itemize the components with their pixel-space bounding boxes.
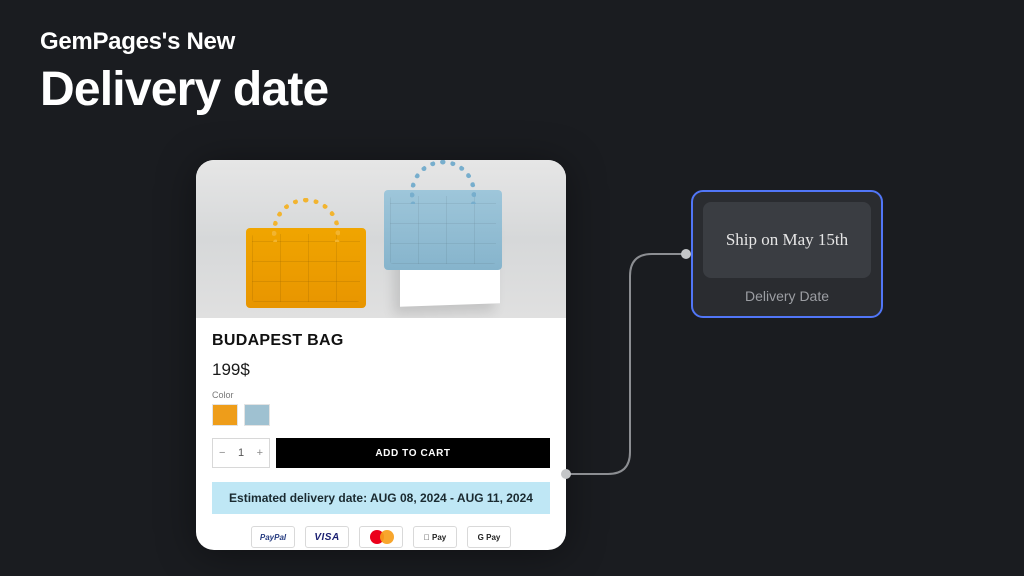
google-pay-icon: G Pay — [467, 526, 511, 548]
add-to-cart-button[interactable]: ADD TO CART — [276, 438, 550, 468]
delivery-date-widget[interactable]: Ship on May 15th Delivery Date — [691, 190, 883, 318]
swatch-orange[interactable] — [212, 404, 238, 426]
paypal-icon: PayPal — [251, 526, 295, 548]
product-price: 199$ — [212, 360, 550, 380]
widget-message: Ship on May 15th — [703, 202, 871, 278]
bag-yellow-illustration — [246, 228, 366, 308]
delivery-date-banner: Estimated delivery date: AUG 08, 2024 - … — [212, 482, 550, 514]
quantity-minus-icon[interactable]: − — [219, 447, 225, 459]
bag-blue-illustration — [384, 190, 502, 270]
product-title: BUDAPEST BAG — [212, 332, 550, 350]
apple-pay-icon:  Pay — [413, 526, 457, 548]
swatch-lightblue[interactable] — [244, 404, 270, 426]
payment-badges: PayPal VISA  Pay G Pay — [212, 526, 550, 548]
page-title: Delivery date — [40, 62, 328, 117]
visa-icon: VISA — [305, 526, 349, 548]
product-card: BUDAPEST BAG 199$ Color − 1 + ADD TO CAR… — [196, 160, 566, 550]
quantity-plus-icon[interactable]: + — [257, 447, 263, 459]
page-kicker: GemPages's New — [40, 28, 328, 56]
product-image — [196, 160, 566, 318]
quantity-value: 1 — [238, 447, 244, 459]
widget-label: Delivery Date — [703, 278, 871, 306]
color-label: Color — [212, 390, 550, 400]
mastercard-icon — [359, 526, 403, 548]
quantity-stepper[interactable]: − 1 + — [212, 438, 270, 468]
color-swatches — [212, 404, 550, 426]
